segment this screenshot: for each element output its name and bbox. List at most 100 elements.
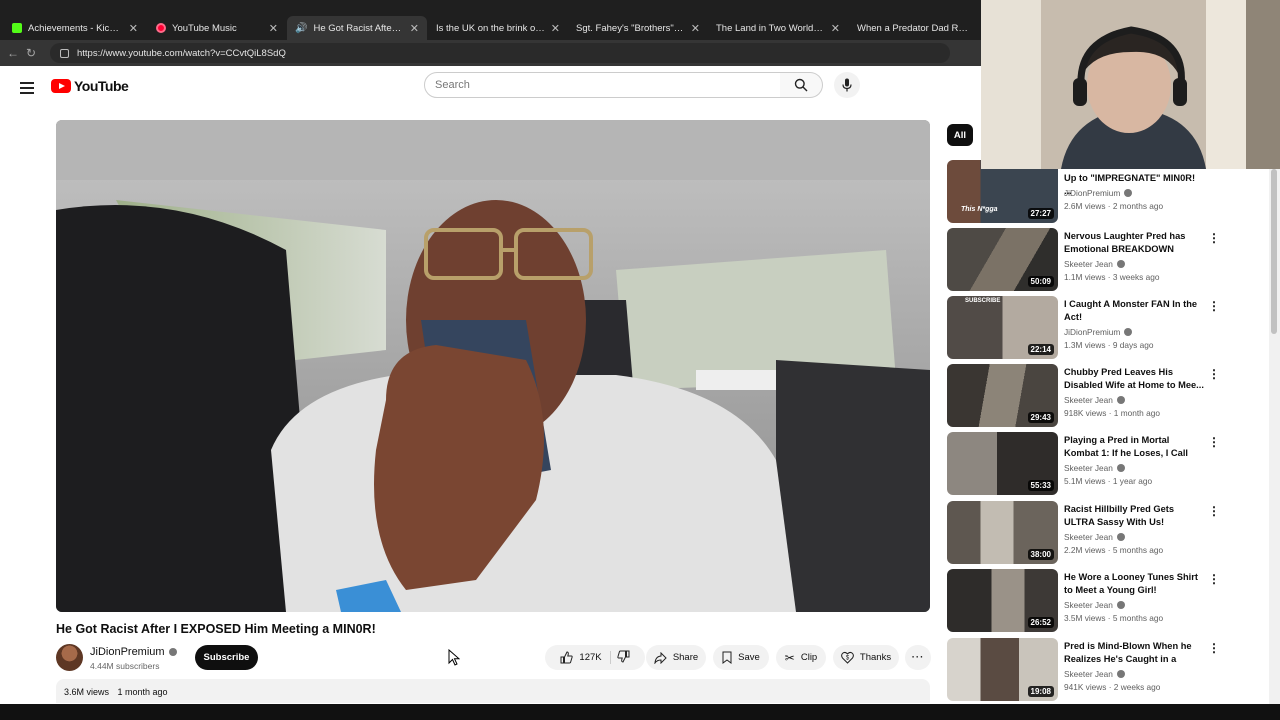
back-arrow-icon[interactable]: ← [4, 46, 22, 60]
verified-check-icon [1116, 601, 1125, 609]
recommended-meta: 2.2M views · 5 months ago [1064, 545, 1164, 555]
tab-land-two-worlds[interactable]: The Land in Two Worlds: A I ✕ [708, 16, 848, 40]
description-box[interactable]: 3.6M views 1 month ago [56, 679, 930, 703]
close-tab-icon[interactable]: ✕ [551, 22, 560, 35]
url-field[interactable]: https://www.youtube.com/watch?v=CCvtQiL8… [50, 43, 950, 63]
recommended-title: Chubby Pred Leaves His Disabled Wife at … [1064, 367, 1204, 390]
search-placeholder: Search [435, 79, 470, 91]
recommended-channel: Skeeter Jean [1064, 259, 1113, 269]
youtube-play-icon [51, 79, 71, 93]
site-info-icon[interactable] [60, 48, 69, 58]
video-thumbnail[interactable]: 55:33 [947, 432, 1058, 495]
recommended-channel: Skeeter Jean [1064, 600, 1113, 610]
view-count: 3.6M views [64, 687, 110, 697]
video-player[interactable] [56, 120, 930, 612]
close-tab-icon[interactable]: ✕ [691, 22, 700, 35]
duration-badge: 50:09 [1027, 276, 1054, 287]
more-vertical-icon[interactable]: ⋮ [1208, 573, 1220, 585]
subscribe-button[interactable]: Subscribe [195, 645, 258, 670]
recommended-video[interactable]: 38:00 Racist Hillbilly Pred Gets ULTRA S… [947, 501, 1257, 564]
clip-button[interactable]: ✂ Clip [776, 645, 826, 670]
recommended-meta: 1.3M views · 9 days ago [1064, 340, 1154, 350]
verified-check-icon [1116, 533, 1125, 541]
more-vertical-icon[interactable]: ⋮ [1208, 436, 1220, 448]
tab-predator-dad[interactable]: When a Predator Dad Realiz [849, 16, 979, 40]
thumbs-up-icon [560, 651, 574, 664]
tab-title: When a Predator Dad Realiz [857, 22, 971, 34]
recommended-meta: 3.5M views · 5 months ago [1064, 613, 1164, 623]
window-bottom-bar [0, 704, 1280, 720]
more-vertical-icon[interactable]: ⋮ [1208, 232, 1220, 244]
clip-label: Clip [800, 652, 818, 663]
more-vertical-icon[interactable]: ⋮ [1208, 368, 1220, 380]
recommended-meta: 2.6M views · 2 months ago [1064, 201, 1164, 211]
thumbnail-caption: This N*gga [961, 206, 998, 213]
more-horizontal-icon: ··· [911, 652, 925, 663]
recommended-video[interactable]: 29:43 Chubby Pred Leaves His Disabled Wi… [947, 364, 1257, 427]
recommended-video[interactable]: 50:09 Nervous Laughter Pred has Emotiona… [947, 228, 1257, 291]
recommended-channel-row: Skeeter Jean [1064, 600, 1125, 610]
more-actions-button[interactable]: ··· [905, 645, 931, 670]
voice-search-button[interactable] [834, 72, 860, 98]
tab-title: Sgt. Fahey's "Brothers" Kick [576, 22, 685, 34]
close-tab-icon[interactable]: ✕ [129, 22, 138, 35]
video-thumbnail[interactable]: This N*gga 27:27 [947, 160, 1058, 223]
youtube-logo[interactable]: YouTube [51, 78, 129, 94]
video-thumbnail[interactable]: 38:00 [947, 501, 1058, 564]
search-button[interactable] [780, 72, 823, 98]
recommended-channel-row: Skeeter Jean [1064, 395, 1125, 405]
verified-check-icon [1116, 464, 1125, 472]
close-tab-icon[interactable]: ✕ [831, 22, 840, 35]
recommended-channel: Skeeter Jean [1064, 395, 1113, 405]
recommended-channel: Skeeter Jean [1064, 532, 1113, 542]
video-thumbnail[interactable]: 19:08 [947, 638, 1058, 701]
scrollbar-thumb[interactable] [1271, 169, 1277, 334]
share-button[interactable]: Share [646, 645, 706, 670]
video-thumbnail[interactable]: 29:43 [947, 364, 1058, 427]
tab-kick-achievements[interactable]: Achievements - Kick Dashbo ✕ [4, 16, 146, 40]
close-tab-icon[interactable]: ✕ [269, 22, 278, 35]
video-thumbnail[interactable]: 26:52 [947, 569, 1058, 632]
verified-check-icon [1116, 396, 1125, 404]
search-input[interactable]: Search [424, 72, 781, 98]
recommended-channel: JiDionPremium [1064, 188, 1121, 198]
verified-check-icon [168, 648, 177, 656]
channel-name-row[interactable]: JiDionPremium [90, 646, 177, 658]
menu-icon[interactable] [20, 79, 34, 97]
more-vertical-icon[interactable]: ⋮ [1208, 300, 1220, 312]
audio-playing-icon[interactable]: 🔊 [295, 23, 307, 34]
thumbnail-caption: SUBSCRIBE [965, 298, 1001, 304]
video-title: He Got Racist After I EXPOSED Him Meetin… [56, 622, 376, 636]
tab-youtube-music[interactable]: YouTube Music ✕ [148, 16, 286, 40]
more-vertical-icon[interactable]: ⋮ [1208, 642, 1220, 654]
recommended-title: I Caught A Monster FAN In the Act! [1064, 299, 1198, 322]
video-thumbnail[interactable]: 50:09 [947, 228, 1058, 291]
more-vertical-icon[interactable]: ⋮ [1208, 505, 1220, 517]
recommended-video[interactable]: 26:52 He Wore a Looney Tunes Shirt to Me… [947, 569, 1257, 632]
tab-uk-brink[interactable]: Is the UK on the brink of a c ✕ [428, 16, 568, 40]
recommended-video[interactable]: 55:33 Playing a Pred in Mortal Kombat 1:… [947, 432, 1257, 495]
video-thumbnail[interactable]: SUBSCRIBE 22:14 [947, 296, 1058, 359]
tab-title: Is the UK on the brink of a c [436, 22, 545, 34]
recommended-video[interactable]: 19:08 Pred is Mind-Blown When he Realize… [947, 638, 1257, 701]
video-frame-image [56, 120, 930, 612]
save-label: Save [738, 652, 760, 663]
dislike-button[interactable] [616, 650, 630, 666]
recommended-channel: Skeeter Jean [1064, 463, 1113, 473]
like-button[interactable]: 127K [560, 651, 611, 664]
filter-chip-all[interactable]: All [947, 124, 973, 146]
youtube-logo-text: YouTube [74, 78, 129, 94]
subscriber-count: 4.44M subscribers [90, 661, 160, 671]
tab-active-video[interactable]: 🔊 He Got Racist After I EX ✕ [287, 16, 427, 40]
recommended-video[interactable]: SUBSCRIBE 22:14 I Caught A Monster FAN I… [947, 296, 1257, 359]
mouse-cursor-icon [448, 649, 460, 666]
recommended-title: Pred is Mind-Blown When he Realizes He's… [1064, 641, 1192, 668]
kick-favicon-icon [12, 23, 22, 33]
thanks-button[interactable]: $ Thanks [833, 645, 899, 670]
tab-sgt-fahey[interactable]: Sgt. Fahey's "Brothers" Kick ✕ [568, 16, 708, 40]
reload-icon[interactable]: ↻ [22, 46, 40, 60]
close-tab-icon[interactable]: ✕ [410, 22, 419, 35]
channel-avatar[interactable] [56, 644, 83, 671]
recommended-video[interactable]: This N*gga 27:27 Up to "IMPREGNATE" MIN0… [947, 160, 1257, 223]
save-button[interactable]: Save [713, 645, 769, 670]
